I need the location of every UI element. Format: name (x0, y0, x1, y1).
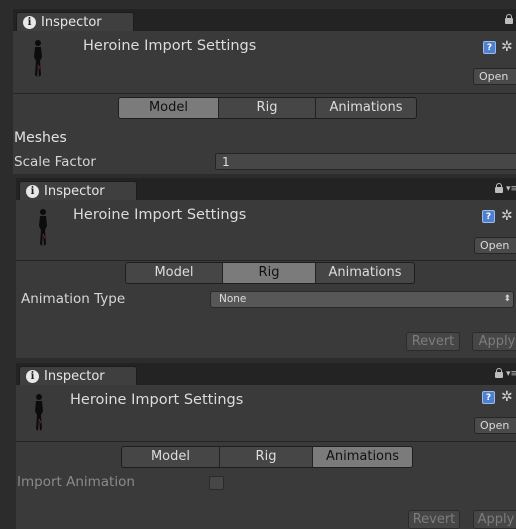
tab-rig[interactable]: Rig (220, 447, 313, 467)
revert-button[interactable]: Revert (408, 510, 460, 529)
inspector-tab-label: Inspector (44, 184, 105, 199)
tab-model[interactable]: Model (126, 263, 223, 283)
tab-rig[interactable]: Rig (223, 263, 316, 283)
import-animation-checkbox[interactable] (209, 476, 224, 490)
animation-type-value: None (219, 293, 247, 305)
help-icon[interactable]: ? (482, 391, 495, 404)
revert-button[interactable]: Revert (406, 332, 460, 351)
gear-icon[interactable]: ✲ (501, 209, 513, 223)
gear-icon[interactable]: ✲ (501, 40, 513, 54)
inspector-panel-animations: i Inspector ▾≡ Heroine Import Settings ?… (16, 363, 516, 529)
meshes-section-label: Meshes (14, 130, 67, 146)
asset-title: Heroine Import Settings (83, 38, 257, 54)
animation-type-label: Animation Type (21, 291, 126, 307)
tab-bar: i Inspector ▾≡ (16, 363, 516, 385)
open-button[interactable]: Open (474, 237, 516, 254)
inspector-panel-rig: i Inspector ▾≡ Heroine Import Settings ?… (16, 178, 516, 358)
inspector-panel-model: i Inspector Heroine Import Settings ? ✲ … (13, 9, 516, 174)
menu-icon[interactable]: ▾≡ (506, 185, 516, 194)
asset-header: Heroine Import Settings ? ✲ Open (16, 200, 516, 262)
import-animation-label: Import Animation (17, 474, 135, 490)
tab-animations[interactable]: Animations (316, 98, 416, 118)
info-icon: i (26, 185, 39, 198)
lock-icon[interactable] (505, 14, 513, 24)
inspector-tab[interactable]: i Inspector (16, 12, 134, 31)
tab-rig[interactable]: Rig (219, 98, 316, 118)
header-divider (16, 260, 516, 261)
tab-animations[interactable]: Animations (313, 447, 412, 467)
import-mode-tabs: Model Rig Animations (121, 446, 413, 468)
lock-icon[interactable] (495, 368, 503, 378)
character-icon (39, 209, 47, 246)
open-button[interactable]: Open (473, 68, 516, 85)
asset-title: Heroine Import Settings (73, 207, 247, 223)
apply-button[interactable]: Apply (473, 510, 516, 529)
lock-icon[interactable] (495, 183, 503, 193)
asset-header: Heroine Import Settings ? ✲ Open (13, 31, 516, 93)
character-icon (35, 394, 43, 431)
asset-header: Heroine Import Settings ? ✲ Open (16, 385, 516, 447)
inspector-tab[interactable]: i Inspector (19, 366, 137, 385)
inspector-tab[interactable]: i Inspector (19, 181, 137, 200)
header-divider (16, 441, 516, 442)
tab-bar: i Inspector (13, 9, 516, 31)
gear-icon[interactable]: ✲ (501, 390, 513, 404)
info-icon: i (26, 370, 39, 383)
tab-animations[interactable]: Animations (316, 263, 414, 283)
import-mode-tabs: Model Rig Animations (118, 97, 417, 119)
header-divider (13, 93, 516, 94)
apply-button[interactable]: Apply (472, 332, 516, 351)
scale-factor-field[interactable]: 1 (215, 153, 516, 170)
scale-factor-label: Scale Factor (14, 154, 96, 170)
asset-title: Heroine Import Settings (70, 392, 244, 408)
inspector-tab-label: Inspector (41, 15, 102, 30)
import-mode-tabs: Model Rig Animations (125, 262, 415, 284)
tab-model[interactable]: Model (119, 98, 219, 118)
tab-bar: i Inspector ▾≡ (16, 178, 516, 200)
help-icon[interactable]: ? (483, 41, 496, 54)
animation-type-dropdown[interactable]: None ⬍ (210, 291, 514, 308)
open-button[interactable]: Open (474, 417, 516, 434)
dropdown-arrow-icon: ⬍ (503, 294, 511, 304)
tab-model[interactable]: Model (122, 447, 220, 467)
help-icon[interactable]: ? (482, 210, 495, 223)
menu-icon[interactable]: ▾≡ (506, 370, 516, 379)
inspector-tab-label: Inspector (44, 369, 105, 384)
info-icon: i (23, 16, 36, 29)
character-icon (34, 40, 42, 77)
